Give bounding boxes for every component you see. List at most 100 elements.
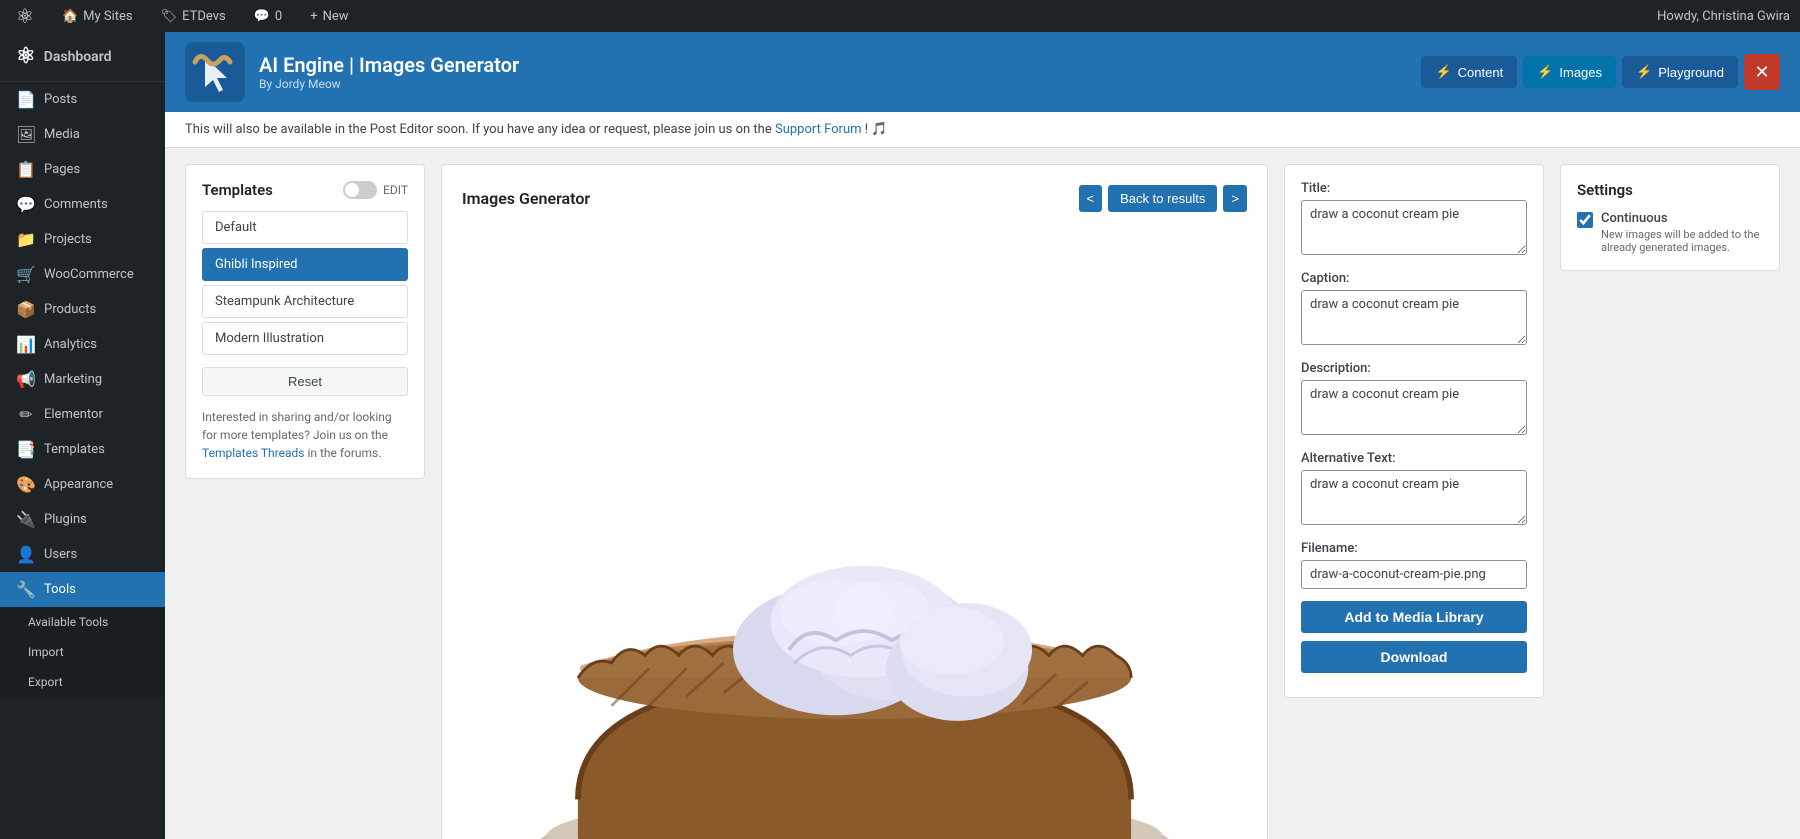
content-nav-button[interactable]: ⚡ Content	[1421, 56, 1517, 88]
title-field-group: Title:	[1301, 181, 1527, 259]
sidebar-item-templates[interactable]: 📑 Templates	[0, 432, 165, 467]
export-label: Export	[28, 675, 63, 689]
sidebar-item-media[interactable]: 🖼 Media	[0, 117, 165, 152]
plugin-title: AI Engine | Images Generator By Jordy Me…	[259, 53, 519, 91]
sidebar-item-woocommerce[interactable]: 🛒 WooCommerce	[0, 257, 165, 292]
image-container	[462, 228, 1247, 839]
filename-field-group: Filename:	[1301, 541, 1527, 589]
add-to-library-button[interactable]: Add to Media Library	[1301, 601, 1527, 633]
caption-input[interactable]	[1301, 290, 1527, 345]
woo-label: WooCommerce	[44, 267, 134, 282]
template-item-default[interactable]: Default	[202, 211, 408, 244]
plugin-nav: ⚡ Content ⚡ Images ⚡ Playground ✕	[1421, 54, 1780, 90]
sidebar-item-import[interactable]: Import	[0, 637, 165, 667]
templates-threads-link[interactable]: Templates Threads	[202, 446, 304, 460]
sidebar-item-products[interactable]: 📦 Products	[0, 292, 165, 327]
admin-bar: ⚛ 🏠 My Sites 🏷 ETDevs 💬 0 + New Howdy, C…	[0, 0, 1800, 32]
plugin-subtitle: By Jordy Meow	[259, 77, 519, 91]
template-item-modern[interactable]: Modern Illustration	[202, 322, 408, 355]
sidebar-item-export[interactable]: Export	[0, 667, 165, 697]
template-default-label: Default	[215, 220, 257, 235]
site-icon: 🏷	[161, 9, 178, 24]
settings-panel: Settings Continuous New images will be a…	[1560, 164, 1780, 823]
title-input[interactable]	[1301, 200, 1527, 255]
appearance-label: Appearance	[44, 477, 113, 492]
sidebar-item-tools[interactable]: 🔧 Tools	[0, 572, 165, 607]
comments-count: 0	[275, 9, 282, 24]
settings-card: Settings Continuous New images will be a…	[1560, 164, 1780, 271]
download-button[interactable]: Download	[1301, 641, 1527, 673]
reset-label: Reset	[288, 374, 322, 389]
description-label: Description:	[1301, 361, 1527, 376]
sidebar-item-comments[interactable]: 💬 Comments	[0, 187, 165, 222]
sidebar-item-elementor[interactable]: ✏ Elementor	[0, 397, 165, 432]
new-item[interactable]: + New	[304, 0, 354, 32]
generator-panel: Images Generator < Back to results >	[441, 164, 1268, 823]
continuous-checkbox[interactable]	[1577, 212, 1593, 228]
sidebar-logo[interactable]: ⚛ Dashboard	[0, 32, 165, 82]
next-image-button[interactable]: >	[1223, 185, 1247, 212]
back-to-results-label: Back to results	[1120, 191, 1205, 206]
plugin-header: AI Engine | Images Generator By Jordy Me…	[165, 32, 1800, 112]
template-steampunk-label: Steampunk Architecture	[215, 294, 354, 309]
support-forum-link[interactable]: Support Forum	[775, 122, 862, 137]
users-icon: 👤	[16, 545, 36, 564]
prev-image-button[interactable]: <	[1079, 185, 1103, 212]
sidebar-item-users[interactable]: 👤 Users	[0, 537, 165, 572]
comments-item[interactable]: 💬 0	[248, 0, 289, 32]
analytics-label: Analytics	[44, 337, 97, 352]
available-tools-label: Available Tools	[28, 615, 108, 629]
add-to-library-label: Add to Media Library	[1344, 609, 1483, 625]
sidebar-item-analytics[interactable]: 📊 Analytics	[0, 327, 165, 362]
images-nav-button[interactable]: ⚡ Images	[1523, 56, 1616, 88]
caption-label: Caption:	[1301, 271, 1527, 286]
posts-label: Posts	[44, 92, 77, 107]
close-button[interactable]: ✕	[1744, 54, 1780, 90]
template-item-steampunk[interactable]: Steampunk Architecture	[202, 285, 408, 318]
templates-header: Templates EDIT	[202, 181, 408, 199]
my-sites-item[interactable]: 🏠 My Sites	[56, 0, 139, 32]
plugin-logo-svg	[185, 42, 245, 102]
generator-card: Images Generator < Back to results >	[441, 164, 1268, 839]
comments-label: Comments	[44, 197, 108, 212]
main-layout: ⚛ Dashboard 📄 Posts 🖼 Media 📋 Pages 💬 Co…	[0, 32, 1800, 839]
alt-text-input[interactable]	[1301, 470, 1527, 525]
appearance-icon: 🎨	[16, 475, 36, 494]
wp-logo-sidebar: ⚛	[16, 44, 36, 69]
continuous-desc: New images will be added to the already …	[1601, 228, 1763, 254]
sidebar-item-appearance[interactable]: 🎨 Appearance	[0, 467, 165, 502]
description-input[interactable]	[1301, 380, 1527, 435]
template-item-ghibli[interactable]: Ghibli Inspired	[202, 248, 408, 281]
template-list: Default Ghibli Inspired Steampunk Archit…	[202, 211, 408, 355]
images-nav-icon: ⚡	[1537, 64, 1553, 80]
wp-logo-item[interactable]: ⚛	[10, 0, 40, 32]
sidebar-item-plugins[interactable]: 🔌 Plugins	[0, 502, 165, 537]
sidebar-item-projects[interactable]: 📁 Projects	[0, 222, 165, 257]
sidebar-item-posts[interactable]: 📄 Posts	[0, 82, 165, 117]
site-name-item[interactable]: 🏷 ETDevs	[155, 0, 232, 32]
edit-toggle-switch[interactable]	[343, 181, 377, 199]
reset-button[interactable]: Reset	[202, 367, 408, 396]
plugins-label: Plugins	[44, 512, 87, 527]
sidebar-item-available-tools[interactable]: Available Tools	[0, 607, 165, 637]
sidebar-item-marketing[interactable]: 📢 Marketing	[0, 362, 165, 397]
tools-label: Tools	[44, 582, 76, 597]
elementor-icon: ✏	[16, 405, 36, 424]
sidebar-item-pages[interactable]: 📋 Pages	[0, 152, 165, 187]
back-to-results-button[interactable]: Back to results	[1108, 185, 1217, 212]
tools-icon: 🔧	[16, 580, 36, 599]
edit-toggle[interactable]: EDIT	[343, 181, 408, 199]
new-label: New	[323, 9, 349, 24]
template-modern-label: Modern Illustration	[215, 331, 324, 346]
content-nav-label: Content	[1458, 65, 1504, 80]
sidebar: ⚛ Dashboard 📄 Posts 🖼 Media 📋 Pages 💬 Co…	[0, 32, 165, 839]
my-sites-label: My Sites	[83, 9, 132, 24]
notice-suffix: ! 🎵	[865, 122, 888, 137]
playground-nav-button[interactable]: ⚡ Playground	[1622, 56, 1738, 88]
import-label: Import	[28, 645, 64, 659]
template-ghibli-label: Ghibli Inspired	[215, 257, 297, 272]
templates-footer: Interested in sharing and/or looking for…	[202, 408, 408, 462]
notice-text: This will also be available in the Post …	[185, 122, 772, 137]
products-icon: 📦	[16, 300, 36, 319]
filename-input[interactable]	[1301, 560, 1527, 589]
